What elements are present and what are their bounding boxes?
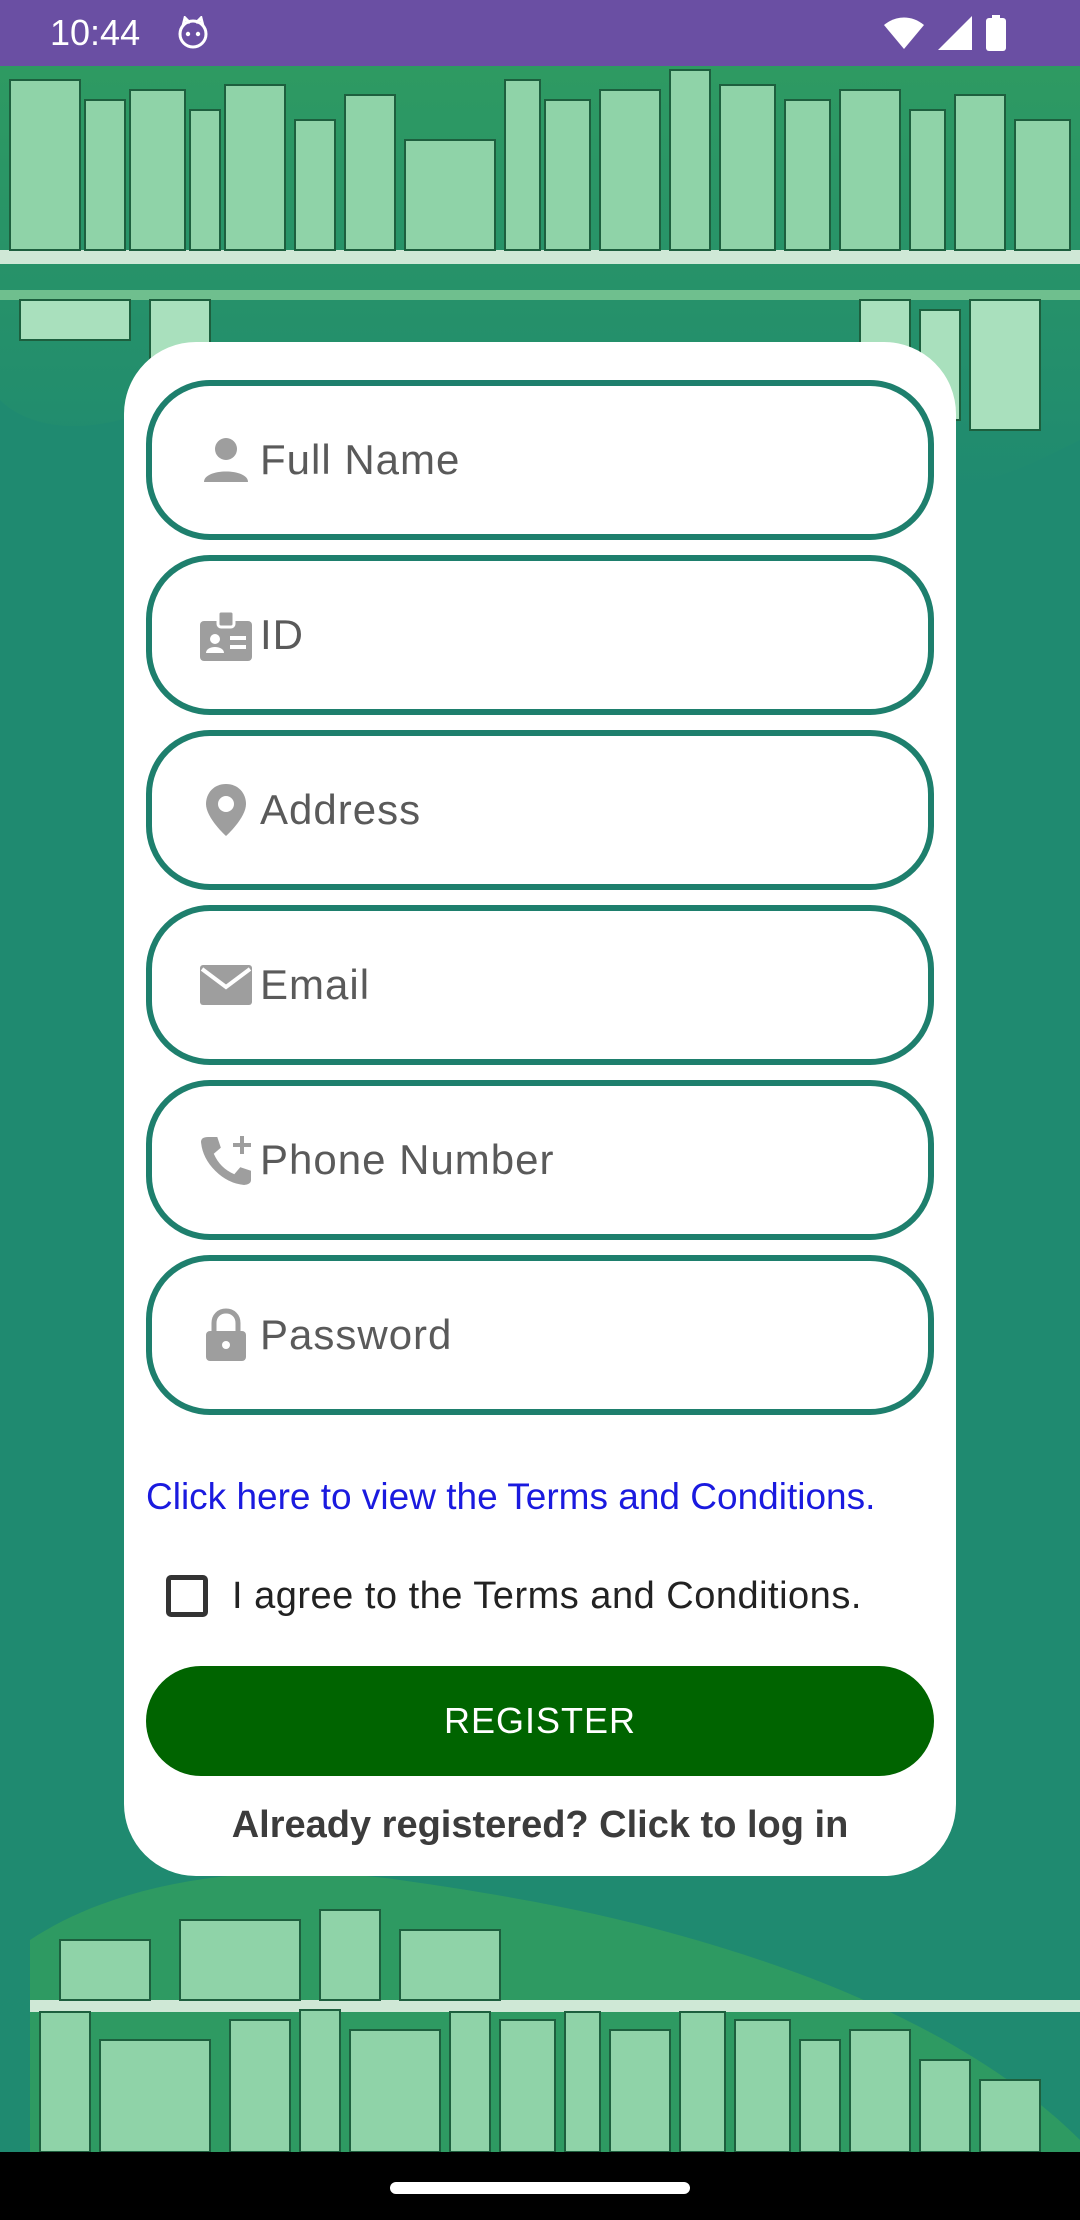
status-icons xyxy=(884,14,1006,52)
signal-icon xyxy=(938,16,972,50)
register-button[interactable]: REGISTER xyxy=(146,1666,934,1776)
battery-icon xyxy=(986,15,1006,51)
agree-label[interactable]: I agree to the Terms and Conditions. xyxy=(232,1575,862,1618)
id-badge-icon xyxy=(200,609,252,661)
person-icon xyxy=(204,438,248,482)
terms-link[interactable]: Click here to view the Terms and Conditi… xyxy=(146,1476,875,1518)
address-input[interactable] xyxy=(260,736,900,884)
email-field[interactable] xyxy=(146,905,934,1065)
status-time: 10:44 xyxy=(50,12,141,53)
id-field[interactable] xyxy=(146,555,934,715)
password-input[interactable] xyxy=(260,1261,900,1409)
add-call-icon xyxy=(198,1135,253,1188)
id-input[interactable] xyxy=(260,561,900,709)
mail-icon xyxy=(200,965,252,1005)
login-link[interactable]: Already registered? Click to log in xyxy=(124,1804,956,1847)
phone-field[interactable] xyxy=(146,1080,934,1240)
home-gesture-handle[interactable] xyxy=(390,2182,690,2194)
status-bar: 10:44 xyxy=(0,0,1080,66)
address-field[interactable] xyxy=(146,730,934,890)
navigation-bar xyxy=(0,2152,1080,2220)
lock-icon xyxy=(206,1308,246,1361)
phone-input[interactable] xyxy=(260,1086,900,1234)
email-input[interactable] xyxy=(260,911,900,1059)
password-field[interactable] xyxy=(146,1255,934,1415)
full-name-field[interactable] xyxy=(146,380,934,540)
agree-checkbox-row[interactable]: I agree to the Terms and Conditions. xyxy=(166,1564,862,1628)
full-name-input[interactable] xyxy=(260,386,900,534)
wifi-icon xyxy=(884,17,924,49)
agree-checkbox[interactable] xyxy=(166,1575,208,1617)
location-pin-icon xyxy=(206,784,246,836)
cat-icon xyxy=(178,16,208,49)
registration-card: Click here to view the Terms and Conditi… xyxy=(124,342,956,1876)
